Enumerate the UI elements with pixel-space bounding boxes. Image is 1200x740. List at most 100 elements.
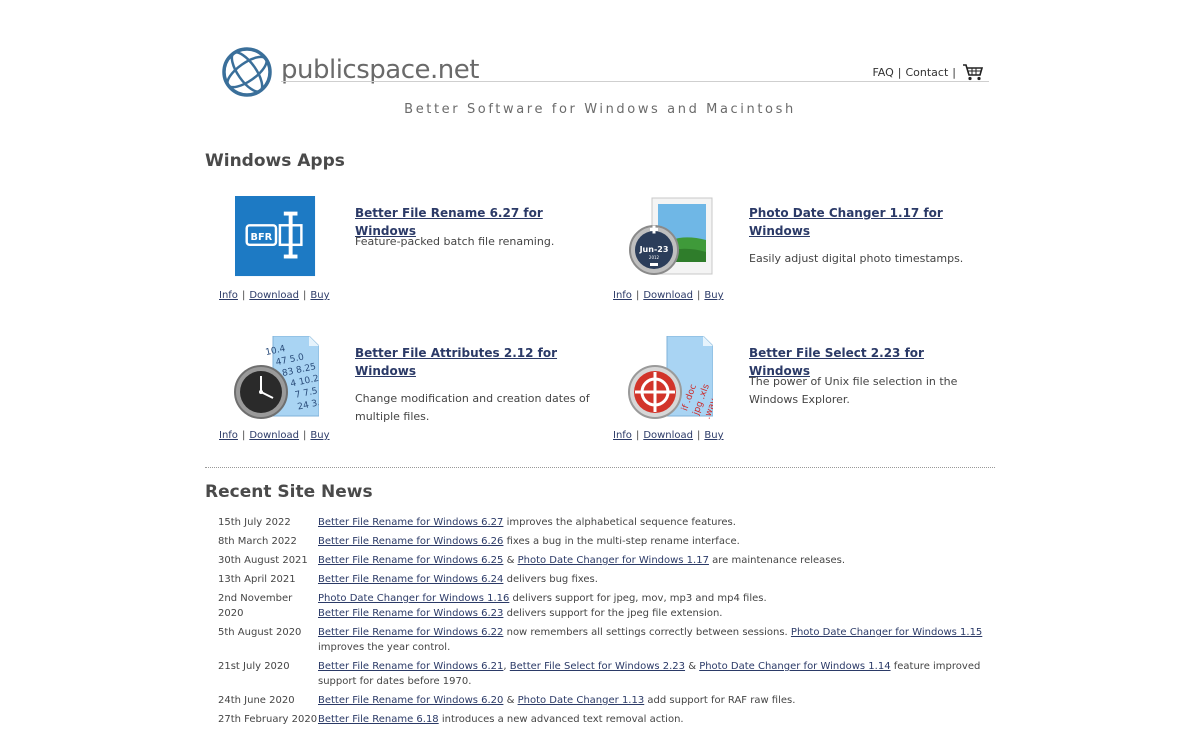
app-description: Easily adjust digital photo timestamps. — [749, 252, 964, 265]
photo-date-badge-text: Jun-23 — [639, 245, 669, 254]
news-item: 21st July 2020 Better File Rename for Win… — [218, 659, 998, 689]
link-separator: | — [303, 290, 307, 301]
news-item: 27th February 2020 Better File Rename 6.1… — [218, 712, 998, 727]
news-link[interactable]: Photo Date Changer for Windows 1.14 — [699, 661, 890, 672]
section-title-recent-news: Recent Site News — [205, 482, 373, 502]
link-separator: | — [635, 430, 640, 441]
bfr-icon[interactable]: BFR — [235, 196, 317, 278]
link-separator: | — [241, 290, 246, 301]
buy-link[interactable]: Buy — [310, 430, 329, 441]
news-text: Better File Rename for Windows 6.25 & Ph… — [318, 553, 998, 568]
link-separator: | — [697, 430, 701, 441]
clock-document-icon[interactable]: 10.4 47 5.0 83 8.25 4 10.2 7 7.5 24 3. — [231, 336, 319, 420]
link-separator: | — [303, 430, 307, 441]
site-tagline: Better Software for Windows and Macintos… — [404, 102, 796, 117]
news-date: 21st July 2020 — [218, 661, 290, 672]
link-separator: | — [635, 290, 640, 301]
news-item: 24th June 2020 Better File Rename for Win… — [218, 693, 998, 708]
news-text-fragment: & — [503, 695, 518, 706]
news-date: 8th March 2022 — [218, 536, 297, 547]
news-link[interactable]: Better File Rename for Windows 6.24 — [318, 574, 503, 585]
section-divider — [205, 467, 995, 468]
news-link[interactable]: Better File Select for Windows 2.23 — [510, 661, 685, 672]
news-date: 5th August 2020 — [218, 627, 302, 638]
app-card-better-file-select: if .doc jpg .xls .wav .mp Better File Se… — [609, 336, 989, 456]
header-rule — [281, 81, 989, 82]
news-item: 15th July 2022 Better File Rename for Win… — [218, 515, 998, 530]
nav-separator: | — [897, 65, 902, 79]
news-text-fragment: fixes a bug in the multi-step rename int… — [503, 536, 740, 547]
app-links: Info | Download | Buy — [613, 290, 724, 301]
nav-separator: | — [952, 65, 956, 79]
info-link[interactable]: Info — [219, 290, 238, 301]
app-title-link[interactable]: Photo Date Changer 1.17 for Windows — [749, 204, 989, 240]
news-text: Photo Date Changer for Windows 1.16 deli… — [318, 591, 998, 621]
info-link[interactable]: Info — [613, 290, 632, 301]
section-title-windows-apps: Windows Apps — [205, 151, 345, 171]
news-link[interactable]: Better File Rename for Windows 6.20 — [318, 695, 503, 706]
faq-link[interactable]: FAQ — [872, 66, 893, 79]
news-list: 15th July 2022 Better File Rename for Win… — [218, 515, 998, 731]
news-text-fragment: delivers bug fixes. — [503, 574, 598, 585]
news-link[interactable]: Photo Date Changer for Windows 1.16 — [318, 593, 509, 604]
news-text-fragment: delivers support for jpeg, mov, mp3 and … — [509, 593, 767, 604]
bfr-badge-text: BFR — [251, 232, 273, 243]
app-card-better-file-rename: BFR Better File Rename 6.27 for Windows … — [215, 196, 595, 316]
news-text-fragment: improves the year control. — [318, 642, 451, 653]
news-text: Better File Rename for Windows 6.24 deli… — [318, 572, 998, 587]
news-text-fragment: delivers support for the jpeg file exten… — [503, 608, 723, 619]
news-link[interactable]: Better File Rename for Windows 6.25 — [318, 555, 503, 566]
news-link[interactable]: Better File Rename for Windows 6.27 — [318, 517, 503, 528]
buy-link[interactable]: Buy — [310, 290, 329, 301]
shopping-cart-icon[interactable] — [962, 63, 984, 81]
news-date: 15th July 2022 — [218, 517, 291, 528]
news-date: 13th April 2021 — [218, 574, 296, 585]
news-link[interactable]: Better File Rename 6.18 — [318, 714, 439, 725]
photo-date-changer-icon[interactable]: Jun-23 2012 — [627, 196, 713, 280]
news-text: Better File Rename for Windows 6.26 fixe… — [318, 534, 998, 549]
download-link[interactable]: Download — [643, 290, 693, 301]
download-link[interactable]: Download — [249, 290, 299, 301]
info-link[interactable]: Info — [219, 430, 238, 441]
link-separator: | — [241, 430, 246, 441]
news-date: 2nd November 2020 — [218, 593, 293, 619]
news-link[interactable]: Better File Rename for Windows 6.22 — [318, 627, 503, 638]
contact-link[interactable]: Contact — [905, 66, 948, 79]
app-description: The power of Unix file selection in the … — [749, 375, 958, 406]
info-link[interactable]: Info — [613, 430, 632, 441]
news-link[interactable]: Photo Date Changer for Windows 1.15 — [791, 627, 982, 638]
app-card-photo-date-changer: Jun-23 2012 Photo Date Changer 1.17 for … — [609, 196, 989, 316]
app-links: Info | Download | Buy — [613, 430, 724, 441]
news-text: Better File Rename for Windows 6.27 impr… — [318, 515, 998, 530]
crosshair-document-icon[interactable]: if .doc jpg .xls .wav .mp — [625, 336, 713, 420]
news-text: Better File Rename for Windows 6.20 & Ph… — [318, 693, 998, 708]
photo-date-badge-year: 2012 — [649, 255, 660, 260]
news-link[interactable]: Better File Rename for Windows 6.26 — [318, 536, 503, 547]
download-link[interactable]: Download — [249, 430, 299, 441]
news-text-fragment: & — [503, 555, 518, 566]
news-date: 30th August 2021 — [218, 555, 308, 566]
news-item: 8th March 2022 Better File Rename for Win… — [218, 534, 998, 549]
app-description: Feature-packed batch file renaming. — [355, 235, 555, 248]
news-link[interactable]: Better File Rename for Windows 6.21 — [318, 661, 503, 672]
news-text: Better File Rename for Windows 6.22 now … — [318, 625, 998, 655]
buy-link[interactable]: Buy — [704, 430, 723, 441]
app-links: Info | Download | Buy — [219, 430, 330, 441]
buy-link[interactable]: Buy — [704, 290, 723, 301]
app-title-link[interactable]: Better File Attributes 2.12 for Windows — [355, 344, 595, 380]
news-date: 27th February 2020 — [218, 714, 318, 725]
news-text: Better File Rename 6.18 introduces a new… — [318, 712, 998, 727]
download-link[interactable]: Download — [643, 430, 693, 441]
top-nav: FAQ | Contact | — [872, 63, 984, 81]
news-link[interactable]: Better File Rename for Windows 6.23 — [318, 608, 503, 619]
news-link[interactable]: Photo Date Changer 1.13 — [518, 695, 645, 706]
news-item: 13th April 2021 Better File Rename for Wi… — [218, 572, 998, 587]
news-item: 2nd November 2020 Photo Date Changer for … — [218, 591, 998, 621]
news-link[interactable]: Photo Date Changer for Windows 1.17 — [518, 555, 709, 566]
globe-logo-icon[interactable] — [221, 46, 273, 98]
news-text-fragment: introduces a new advanced text removal a… — [438, 714, 684, 725]
news-text-fragment: now remembers all settings correctly bet… — [503, 627, 791, 638]
news-text-fragment: & — [685, 661, 700, 672]
news-text-fragment: improves the alphabetical sequence featu… — [503, 517, 736, 528]
link-separator: | — [697, 290, 701, 301]
